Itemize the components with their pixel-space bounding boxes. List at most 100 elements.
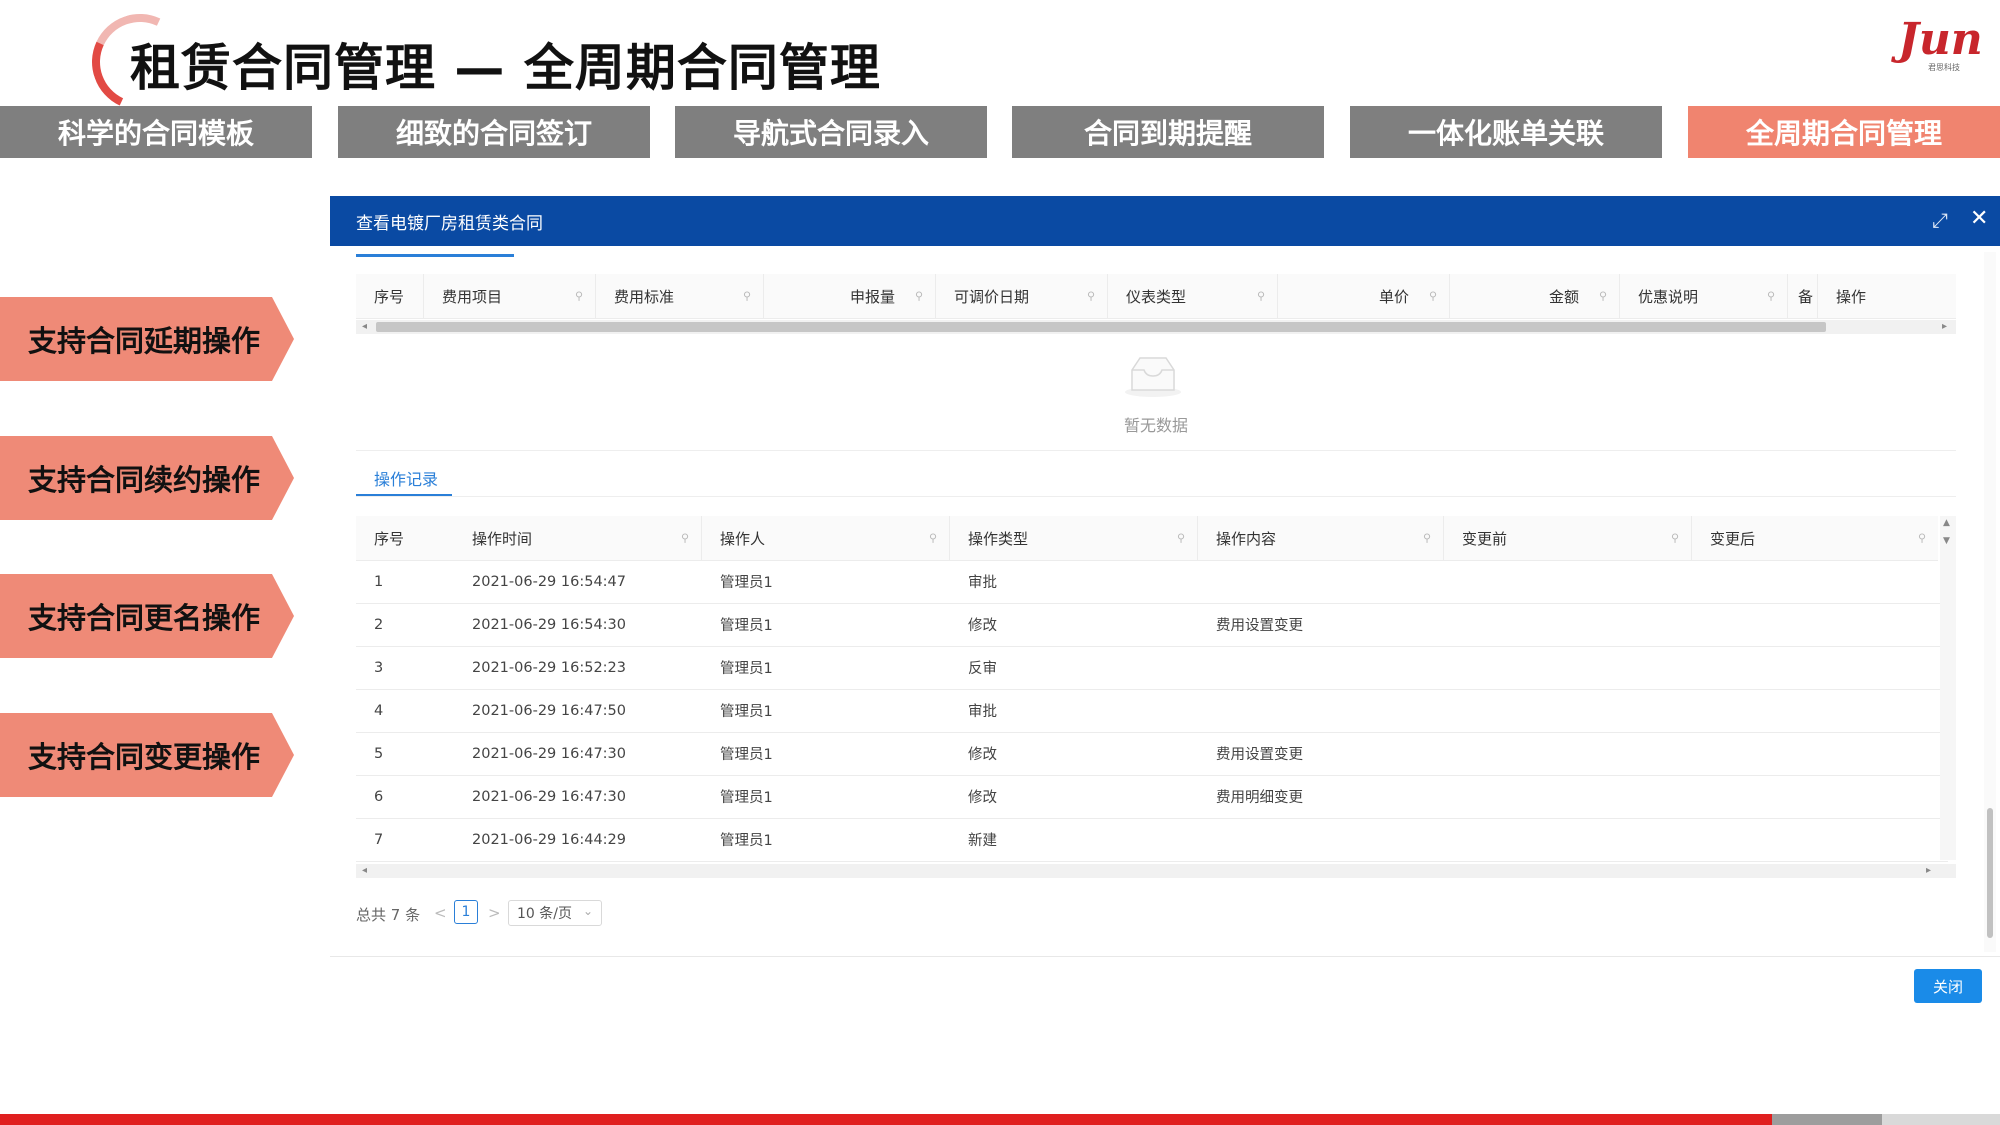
table-row[interactable]: 4 2021-06-29 16:47:50 管理员1 审批	[356, 689, 1948, 733]
dialog-header: 查看电镀厂房租赁类合同 ⤢ ✕	[330, 196, 2000, 246]
pager-prev-button[interactable]: <	[434, 904, 447, 922]
fee-col-label: 费用标准	[614, 287, 675, 306]
fee-col-standard[interactable]: 费用标准 ⚲	[596, 274, 764, 318]
close-icon[interactable]: ✕	[1970, 206, 1988, 231]
close-button[interactable]: 关闭	[1914, 969, 1982, 1003]
fee-col-amount[interactable]: 金额 ⚲	[1450, 274, 1620, 318]
scroll-left-icon[interactable]: ◂	[362, 864, 367, 878]
search-icon[interactable]: ⚲	[1257, 290, 1265, 303]
scroll-right-icon[interactable]: ▸	[1926, 864, 1931, 878]
fee-col-label: 优惠说明	[1638, 287, 1699, 306]
log-col-before[interactable]: 变更前 ⚲	[1444, 516, 1692, 560]
cell-time: 2021-06-29 16:47:30	[472, 788, 626, 805]
expand-icon[interactable]: ⤢	[1932, 208, 1948, 232]
fee-col-item[interactable]: 费用项目 ⚲	[424, 274, 596, 318]
cell-type: 修改	[968, 790, 997, 806]
cell-time: 2021-06-29 16:54:30	[472, 616, 626, 633]
fee-col-discount[interactable]: 优惠说明 ⚲	[1620, 274, 1788, 318]
cell-index: 2	[374, 616, 384, 633]
log-col-label: 操作内容	[1216, 529, 1277, 548]
empty-state-text: 暂无数据	[1124, 416, 1189, 435]
search-icon[interactable]: ⚲	[1918, 532, 1926, 545]
search-icon[interactable]: ⚲	[915, 290, 923, 303]
search-icon[interactable]: ⚲	[1599, 290, 1607, 303]
tab-expiry-reminder[interactable]: 合同到期提醒	[1012, 106, 1324, 158]
fee-col-label: 费用项目	[442, 287, 503, 306]
search-icon[interactable]: ⚲	[1087, 290, 1095, 303]
search-icon[interactable]: ⚲	[1429, 290, 1437, 303]
search-icon[interactable]: ⚲	[1767, 290, 1775, 303]
log-col-time[interactable]: 操作时间 ⚲	[454, 516, 702, 560]
page-title: 租赁合同管理 — 全周期合同管理	[130, 39, 881, 97]
table-row[interactable]: 7 2021-06-29 16:44:29 管理员1 新建	[356, 818, 1948, 862]
cell-operator: 管理员1	[720, 833, 773, 849]
fee-col-label: 单价	[1378, 287, 1409, 306]
tab-contract-entry[interactable]: 导航式合同录入	[675, 106, 987, 158]
fee-col-action: 操作	[1818, 274, 1956, 318]
scrollbar-thumb[interactable]	[376, 322, 1826, 332]
page-size-value: 10 条/页	[517, 906, 572, 922]
logo-wordmark: Jun	[1898, 14, 1983, 65]
dialog-title: 查看电镀厂房租赁类合同	[356, 214, 543, 234]
fee-col-label: 可调价日期	[954, 287, 1030, 306]
scroll-right-icon[interactable]: ▸	[1942, 320, 1947, 334]
log-col-after[interactable]: 变更后 ⚲	[1692, 516, 1938, 560]
table-row[interactable]: 2 2021-06-29 16:54:30 管理员1 修改 费用设置变更	[356, 603, 1948, 647]
section-tab-underline	[356, 254, 514, 257]
scroll-down-icon[interactable]: ▼	[1943, 536, 1950, 546]
search-icon[interactable]: ⚲	[1423, 532, 1431, 545]
fee-table-header: 序号 费用项目 ⚲ 费用标准 ⚲ 申报量 ⚲ 可调价日期 ⚲ 仪表类型 ⚲ 单价 ⚲ 金额 ⚲…	[356, 274, 1956, 319]
scroll-left-icon[interactable]: ◂	[362, 320, 367, 334]
tab-contract-template[interactable]: 科学的合同模板	[0, 106, 312, 158]
cell-type: 反审	[968, 661, 997, 677]
search-icon[interactable]: ⚲	[743, 290, 751, 303]
fee-col-label: 申报量	[849, 287, 895, 306]
cell-index: 1	[374, 573, 384, 590]
cell-time: 2021-06-29 16:47:50	[472, 702, 626, 719]
dialog-vscrollbar[interactable]	[1984, 252, 1996, 952]
contract-dialog: 查看电镀厂房租赁类合同 ⤢ ✕ 序号 费用项目 ⚲ 费用标准 ⚲ 申报量 ⚲ 可调价日…	[330, 196, 2000, 1016]
fee-col-label: 金额	[1548, 287, 1579, 306]
table-row[interactable]: 1 2021-06-29 16:54:47 管理员1 审批	[356, 560, 1948, 604]
table-row[interactable]: 5 2021-06-29 16:47:30 管理员1 修改 费用设置变更	[356, 732, 1948, 776]
log-table-hscrollbar[interactable]: ◂ ▸	[356, 864, 1956, 878]
tab-full-cycle[interactable]: 全周期合同管理	[1688, 106, 2000, 158]
cell-time: 2021-06-29 16:52:23	[472, 659, 626, 676]
log-table-vscrollbar[interactable]: ▲ ▼	[1940, 516, 1956, 860]
fee-table-hscrollbar[interactable]: ◂ ▸	[356, 320, 1956, 334]
cell-time: 2021-06-29 16:44:29	[472, 831, 626, 848]
search-icon[interactable]: ⚲	[575, 290, 583, 303]
log-col-content[interactable]: 操作内容 ⚲	[1198, 516, 1444, 560]
log-col-type[interactable]: 操作类型 ⚲	[950, 516, 1198, 560]
bottom-bar-red	[0, 1114, 1772, 1125]
tab-bill-link[interactable]: 一体化账单关联	[1350, 106, 1662, 158]
fee-col-declared[interactable]: 申报量 ⚲	[764, 274, 936, 318]
fee-col-unit-price[interactable]: 单价 ⚲	[1278, 274, 1450, 318]
search-icon[interactable]: ⚲	[929, 532, 937, 545]
scroll-up-icon[interactable]: ▲	[1943, 518, 1950, 528]
search-icon[interactable]: ⚲	[681, 532, 689, 545]
search-icon[interactable]: ⚲	[1177, 532, 1185, 545]
fee-col-adjust-date[interactable]: 可调价日期 ⚲	[936, 274, 1108, 318]
pager-total: 总共 7 条	[356, 906, 421, 924]
cell-operator: 管理员1	[720, 704, 773, 720]
fee-col-label: 仪表类型	[1126, 287, 1187, 306]
pager-page-button[interactable]: 1	[454, 900, 478, 924]
footer-divider	[330, 956, 2000, 957]
log-col-label: 变更前	[1462, 529, 1508, 548]
scrollbar-thumb[interactable]	[1987, 808, 1993, 938]
pager-next-button[interactable]: >	[488, 904, 501, 922]
cell-operator: 管理员1	[720, 575, 773, 591]
logo-subtitle: 君思科技	[1928, 63, 1960, 72]
log-col-index: 序号	[356, 516, 454, 560]
fee-col-meter-type[interactable]: 仪表类型 ⚲	[1108, 274, 1278, 318]
tab-contract-signing[interactable]: 细致的合同签订	[338, 106, 650, 158]
table-row[interactable]: 6 2021-06-29 16:47:30 管理员1 修改 费用明细变更	[356, 775, 1948, 819]
cell-type: 修改	[968, 618, 997, 634]
tab-operation-log[interactable]: 操作记录	[374, 466, 438, 490]
page-size-select[interactable]: 10 条/页 ⌄	[508, 900, 602, 926]
log-col-label: 操作时间	[472, 529, 533, 548]
table-row[interactable]: 3 2021-06-29 16:52:23 管理员1 反审	[356, 646, 1948, 690]
search-icon[interactable]: ⚲	[1671, 532, 1679, 545]
log-col-operator[interactable]: 操作人 ⚲	[702, 516, 950, 560]
